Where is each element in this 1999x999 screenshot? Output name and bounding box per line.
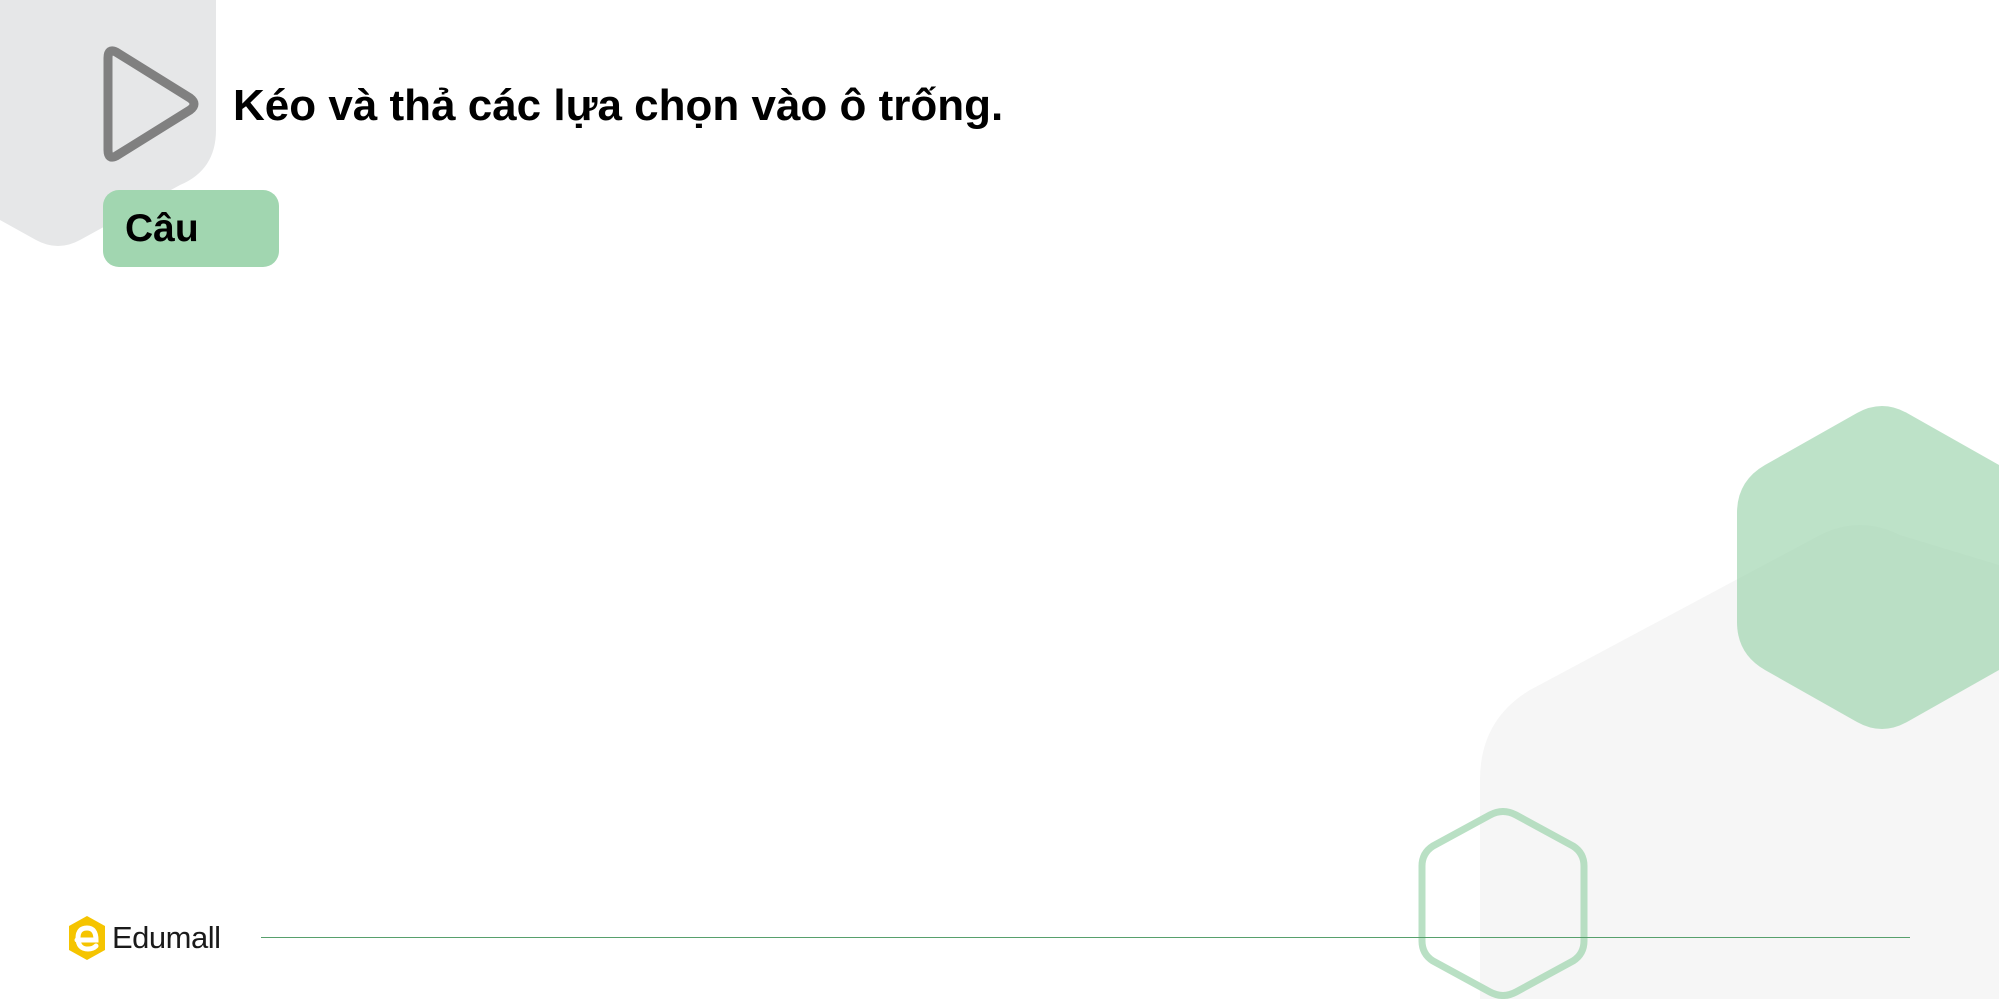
question-label: Câu (125, 206, 199, 250)
decor-light-gray-hexagon-bottom-right (1480, 525, 1999, 999)
edumall-logo-icon (69, 916, 105, 960)
background-decoration (0, 0, 1999, 999)
footer-divider (261, 937, 1910, 938)
decor-green-hexagon-outline (1418, 808, 1588, 999)
decor-green-hexagon-right (1737, 406, 1999, 729)
play-icon (103, 46, 199, 162)
question-badge: Câu (103, 190, 279, 267)
brand-name: Edumall (112, 920, 221, 955)
slide-title: Kéo và thả các lựa chọn vào ô trống. (233, 81, 1004, 130)
brand-logo: Edumall (66, 913, 221, 963)
